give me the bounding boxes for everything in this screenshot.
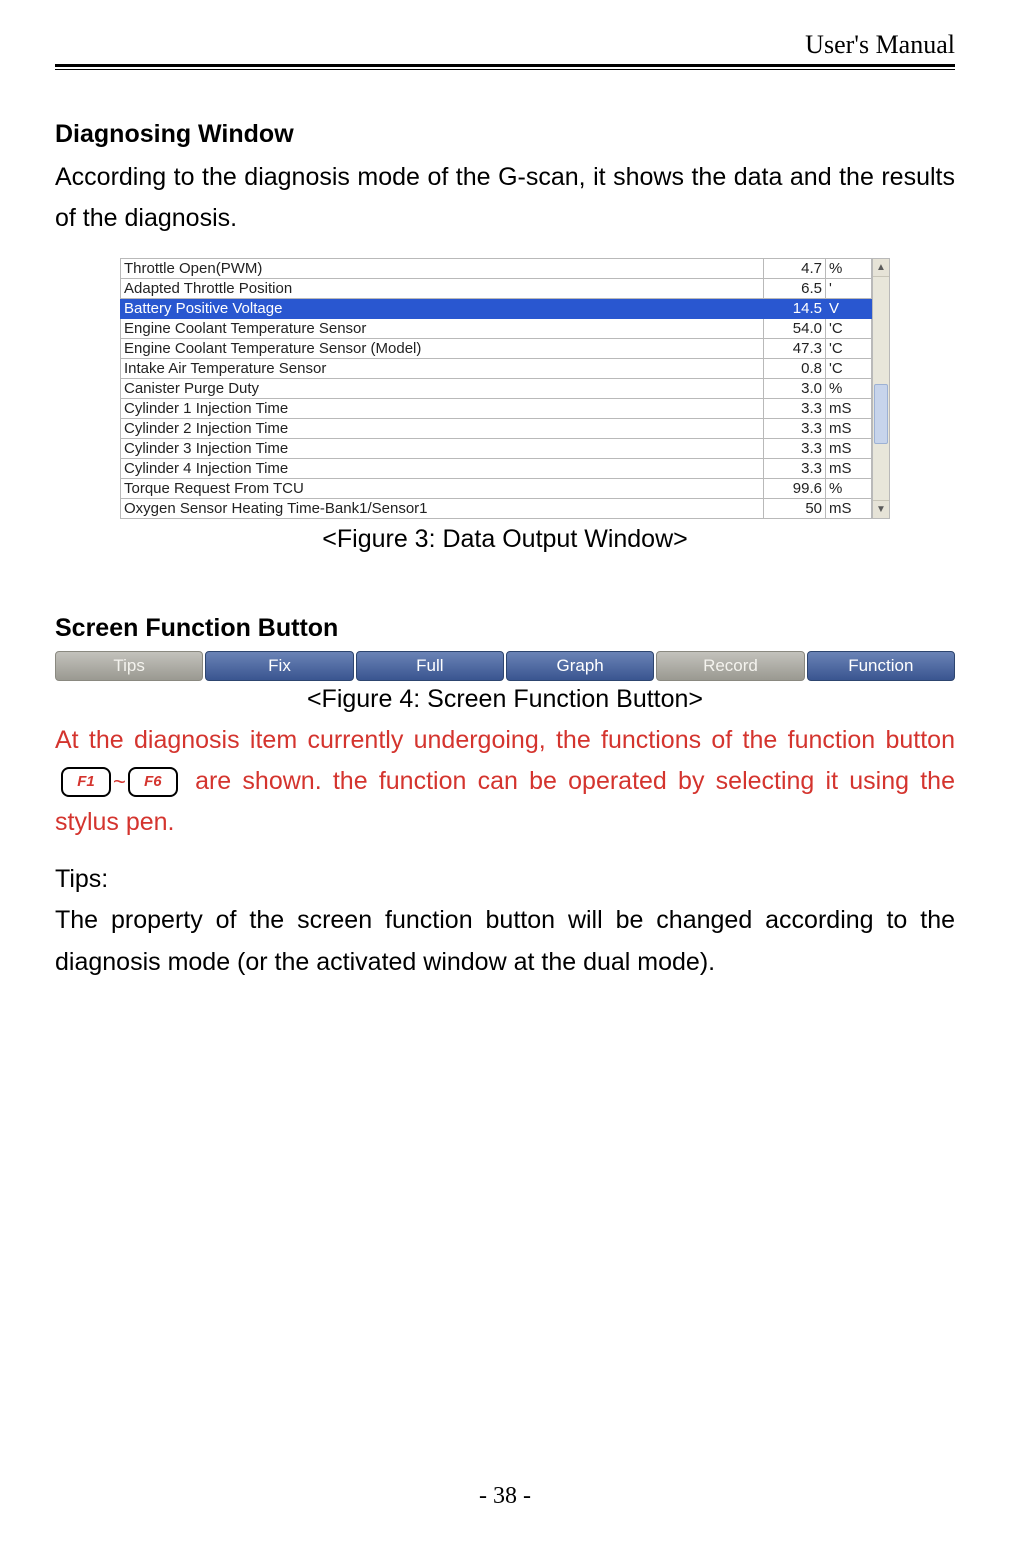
table-row[interactable]: Battery Positive Voltage14.5V bbox=[121, 298, 872, 318]
param-unit: 'C bbox=[826, 318, 872, 338]
function-button-bar: TipsFixFullGraphRecordFunction bbox=[55, 651, 955, 681]
table-row[interactable]: Torque Request From TCU99.6% bbox=[121, 478, 872, 498]
f1-key-icon: F1 bbox=[61, 767, 111, 797]
tips-button: Tips bbox=[55, 651, 203, 681]
param-unit: mS bbox=[826, 438, 872, 458]
red-text-after: are shown. the function can be operated … bbox=[55, 767, 955, 836]
param-value: 99.6 bbox=[764, 478, 826, 498]
table-row[interactable]: Intake Air Temperature Sensor0.8'C bbox=[121, 358, 872, 378]
param-value: 3.3 bbox=[764, 438, 826, 458]
section-heading-screenfn: Screen Function Button bbox=[55, 614, 955, 643]
param-value: 14.5 bbox=[764, 298, 826, 318]
param-unit: mS bbox=[826, 418, 872, 438]
table-row[interactable]: Cylinder 1 Injection Time3.3mS bbox=[121, 398, 872, 418]
param-value: 0.8 bbox=[764, 358, 826, 378]
record-button: Record bbox=[656, 651, 804, 681]
figure3-caption: <Figure 3: Data Output Window> bbox=[55, 525, 955, 554]
param-unit: mS bbox=[826, 498, 872, 518]
tilde-icon: ~ bbox=[113, 764, 126, 800]
param-name: Battery Positive Voltage bbox=[121, 298, 764, 318]
tips-body: The property of the screen function butt… bbox=[55, 900, 955, 983]
section1-body: According to the diagnosis mode of the G… bbox=[55, 157, 955, 240]
scroll-down-icon[interactable]: ▼ bbox=[873, 500, 889, 518]
param-name: Cylinder 2 Injection Time bbox=[121, 418, 764, 438]
param-value: 4.7 bbox=[764, 258, 826, 278]
page-number: - 38 - bbox=[0, 1483, 1010, 1510]
param-name: Throttle Open(PWM) bbox=[121, 258, 764, 278]
param-unit: % bbox=[826, 378, 872, 398]
param-unit: mS bbox=[826, 458, 872, 478]
scroll-up-icon[interactable]: ▲ bbox=[873, 259, 889, 277]
table-row[interactable]: Adapted Throttle Position6.5' bbox=[121, 278, 872, 298]
data-output-widget: Throttle Open(PWM)4.7%Adapted Throttle P… bbox=[120, 258, 890, 519]
param-value: 50 bbox=[764, 498, 826, 518]
param-unit: % bbox=[826, 258, 872, 278]
param-value: 6.5 bbox=[764, 278, 826, 298]
param-name: Torque Request From TCU bbox=[121, 478, 764, 498]
param-unit: mS bbox=[826, 398, 872, 418]
param-unit: 'C bbox=[826, 358, 872, 378]
graph-button[interactable]: Graph bbox=[506, 651, 654, 681]
section-heading-diagnosing: Diagnosing Window bbox=[55, 120, 955, 149]
param-name: Intake Air Temperature Sensor bbox=[121, 358, 764, 378]
function-button[interactable]: Function bbox=[807, 651, 955, 681]
scrollbar[interactable]: ▲ ▼ bbox=[872, 258, 890, 519]
param-value: 3.3 bbox=[764, 418, 826, 438]
param-value: 3.0 bbox=[764, 378, 826, 398]
figure4-caption: <Figure 4: Screen Function Button> bbox=[55, 685, 955, 714]
table-row[interactable]: Cylinder 3 Injection Time3.3mS bbox=[121, 438, 872, 458]
header-title: User's Manual bbox=[55, 30, 955, 64]
param-value: 3.3 bbox=[764, 398, 826, 418]
figure3-wrap: Throttle Open(PWM)4.7%Adapted Throttle P… bbox=[55, 258, 955, 519]
param-name: Engine Coolant Temperature Sensor (Model… bbox=[121, 338, 764, 358]
param-value: 54.0 bbox=[764, 318, 826, 338]
table-row[interactable]: Throttle Open(PWM)4.7% bbox=[121, 258, 872, 278]
function-key-range: F1 ~ F6 bbox=[61, 764, 178, 800]
scroll-track[interactable] bbox=[873, 277, 889, 500]
param-name: Oxygen Sensor Heating Time-Bank1/Sensor1 bbox=[121, 498, 764, 518]
f6-key-icon: F6 bbox=[128, 767, 178, 797]
param-value: 3.3 bbox=[764, 458, 826, 478]
table-row[interactable]: Engine Coolant Temperature Sensor (Model… bbox=[121, 338, 872, 358]
header-rule bbox=[55, 64, 955, 70]
full-button[interactable]: Full bbox=[356, 651, 504, 681]
param-value: 47.3 bbox=[764, 338, 826, 358]
param-name: Cylinder 3 Injection Time bbox=[121, 438, 764, 458]
table-row[interactable]: Cylinder 4 Injection Time3.3mS bbox=[121, 458, 872, 478]
param-unit: % bbox=[826, 478, 872, 498]
table-row[interactable]: Oxygen Sensor Heating Time-Bank1/Sensor1… bbox=[121, 498, 872, 518]
scroll-thumb[interactable] bbox=[874, 384, 888, 444]
param-unit: 'C bbox=[826, 338, 872, 358]
table-row[interactable]: Canister Purge Duty3.0% bbox=[121, 378, 872, 398]
data-output-table[interactable]: Throttle Open(PWM)4.7%Adapted Throttle P… bbox=[120, 258, 872, 519]
param-unit: V bbox=[826, 298, 872, 318]
param-name: Canister Purge Duty bbox=[121, 378, 764, 398]
red-text-before: At the diagnosis item currently undergoi… bbox=[55, 726, 955, 754]
fix-button[interactable]: Fix bbox=[205, 651, 353, 681]
table-row[interactable]: Engine Coolant Temperature Sensor54.0'C bbox=[121, 318, 872, 338]
table-row[interactable]: Cylinder 2 Injection Time3.3mS bbox=[121, 418, 872, 438]
tips-label: Tips: bbox=[55, 865, 955, 894]
param-name: Cylinder 4 Injection Time bbox=[121, 458, 764, 478]
param-unit: ' bbox=[826, 278, 872, 298]
red-instruction-text: At the diagnosis item currently undergoi… bbox=[55, 720, 955, 844]
param-name: Engine Coolant Temperature Sensor bbox=[121, 318, 764, 338]
param-name: Cylinder 1 Injection Time bbox=[121, 398, 764, 418]
param-name: Adapted Throttle Position bbox=[121, 278, 764, 298]
